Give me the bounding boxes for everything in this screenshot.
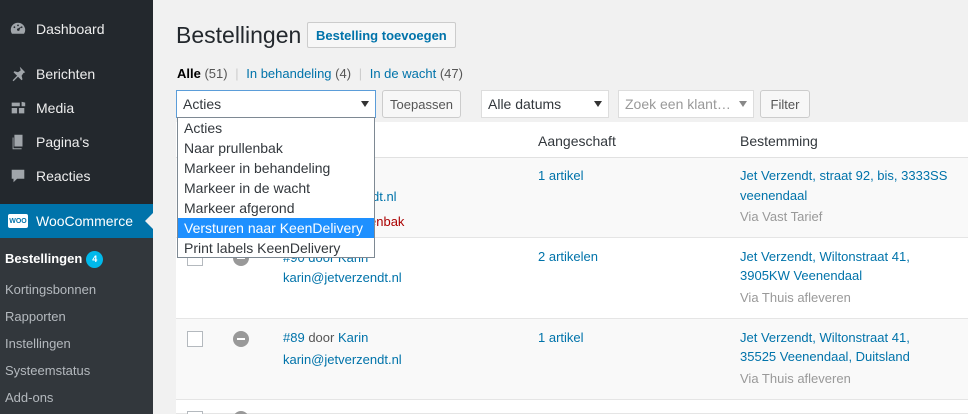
filter-on-hold[interactable]: In de wacht xyxy=(370,66,437,81)
order-email[interactable]: karin@jetverzendt.nl xyxy=(283,352,402,367)
option-acties[interactable]: Acties xyxy=(178,118,374,138)
chevron-down-icon xyxy=(739,101,747,107)
column-header-bestemming[interactable]: Bestemming xyxy=(740,133,818,149)
menu-label: Media xyxy=(36,100,75,116)
table-row: #89 door Karin karin@jetverzendt.nl 1 ar… xyxy=(176,319,968,400)
option-print-labels-keendelivery[interactable]: Print labels KeenDelivery xyxy=(178,238,374,258)
dates-select[interactable]: Alle datums xyxy=(481,90,609,118)
order-count-badge: 4 xyxy=(86,251,104,268)
pages-icon xyxy=(0,133,36,151)
filter-button[interactable]: Filter xyxy=(760,90,810,118)
page-title: Bestellingen xyxy=(176,22,302,48)
submenu-item-systeemstatus[interactable]: Systeemstatus xyxy=(5,363,90,378)
menu-label: Berichten xyxy=(36,66,96,82)
order-number-link[interactable]: #89 xyxy=(283,330,305,345)
order-title: #89 door Karin xyxy=(283,330,369,345)
dashboard-icon xyxy=(0,20,36,38)
menu-item-woocommerce[interactable]: WOO WooCommerce xyxy=(0,204,153,238)
menu-label: Reacties xyxy=(36,168,91,184)
address-line-1[interactable]: Jet Verzendt, Wiltonstraat 41, xyxy=(740,249,910,264)
shipping-method: Via Thuis afleveren xyxy=(740,371,851,386)
submenu-item-add-ons[interactable]: Add-ons xyxy=(5,390,53,405)
option-markeer-in-de-wacht[interactable]: Markeer in de wacht xyxy=(178,178,374,198)
status-filter-links: Alle (51) | In behandeling (4) | In de w… xyxy=(177,66,463,81)
submenu-item-bestellingen[interactable]: Bestellingen 4 xyxy=(5,251,104,268)
menu-label: Dashboard xyxy=(36,21,105,37)
menu-item-media[interactable]: Media xyxy=(0,91,153,125)
chevron-down-icon xyxy=(594,101,602,107)
items-link[interactable]: 1 artikel xyxy=(538,168,584,183)
address-line-2[interactable]: 35525 Veenendaal, Duitsland xyxy=(740,349,910,364)
bulk-actions-select[interactable]: Acties xyxy=(176,90,376,118)
media-icon xyxy=(0,99,36,117)
bulk-actions-dropdown: Acties Naar prullenbak Markeer in behand… xyxy=(177,117,375,258)
submenu-item-rapporten[interactable]: Rapporten xyxy=(5,309,66,324)
order-email[interactable]: karin@jetverzendt.nl xyxy=(283,270,402,285)
items-link[interactable]: 1 artikel xyxy=(538,330,584,345)
option-versturen-naar-keendelivery[interactable]: Versturen naar KeenDelivery xyxy=(178,218,374,238)
customer-search-select[interactable]: Zoek een klant… xyxy=(618,90,754,118)
order-email[interactable]: dt.nl xyxy=(372,189,397,204)
filter-all[interactable]: Alle xyxy=(177,66,201,81)
woo-icon: WOO xyxy=(0,214,36,228)
add-order-button[interactable]: Bestelling toevoegen xyxy=(307,22,456,48)
option-naar-prullenbak[interactable]: Naar prullenbak xyxy=(178,138,374,158)
current-menu-arrow xyxy=(145,213,153,229)
menu-item-paginas[interactable]: Pagina's xyxy=(0,125,153,159)
woocommerce-submenu: Bestellingen 4 Kortingsbonnen Rapporten I… xyxy=(0,238,153,414)
admin-sidebar: Dashboard Berichten Media Pagina's React… xyxy=(0,0,153,414)
apply-button[interactable]: Toepassen xyxy=(382,90,461,118)
shipping-method: Via Vast Tarief xyxy=(740,209,823,224)
address-line-2[interactable]: 3905KW Veenendaal xyxy=(740,268,862,283)
filter-processing[interactable]: In behandeling xyxy=(246,66,331,81)
customer-link[interactable]: Karin xyxy=(338,330,368,345)
address-line-1[interactable]: Jet Verzendt, Wiltonstraat 41, xyxy=(740,330,910,345)
option-markeer-afgerond[interactable]: Markeer afgerond xyxy=(178,198,374,218)
menu-label: Pagina's xyxy=(36,134,90,150)
pin-icon xyxy=(0,65,36,83)
comments-icon xyxy=(0,167,36,185)
menu-item-reacties[interactable]: Reacties xyxy=(0,159,153,193)
submenu-item-instellingen[interactable]: Instellingen xyxy=(5,336,71,351)
table-row xyxy=(176,400,968,414)
row-checkbox[interactable] xyxy=(187,331,203,347)
column-header-aangeschaft[interactable]: Aangeschaft xyxy=(538,133,616,149)
menu-label: WooCommerce xyxy=(36,213,133,229)
address-line-2[interactable]: veenendaal xyxy=(740,188,807,203)
address-line-1[interactable]: Jet Verzendt, straat 92, bis, 3333SS xyxy=(740,168,947,183)
items-link[interactable]: 2 artikelen xyxy=(538,249,598,264)
menu-item-berichten[interactable]: Berichten xyxy=(0,57,153,91)
status-on-hold-icon xyxy=(233,331,249,347)
option-markeer-in-behandeling[interactable]: Markeer in behandeling xyxy=(178,158,374,178)
submenu-item-kortingsbonnen[interactable]: Kortingsbonnen xyxy=(5,282,96,297)
chevron-down-icon xyxy=(361,101,369,107)
menu-item-dashboard[interactable]: Dashboard xyxy=(0,12,153,46)
shipping-method: Via Thuis afleveren xyxy=(740,290,851,305)
